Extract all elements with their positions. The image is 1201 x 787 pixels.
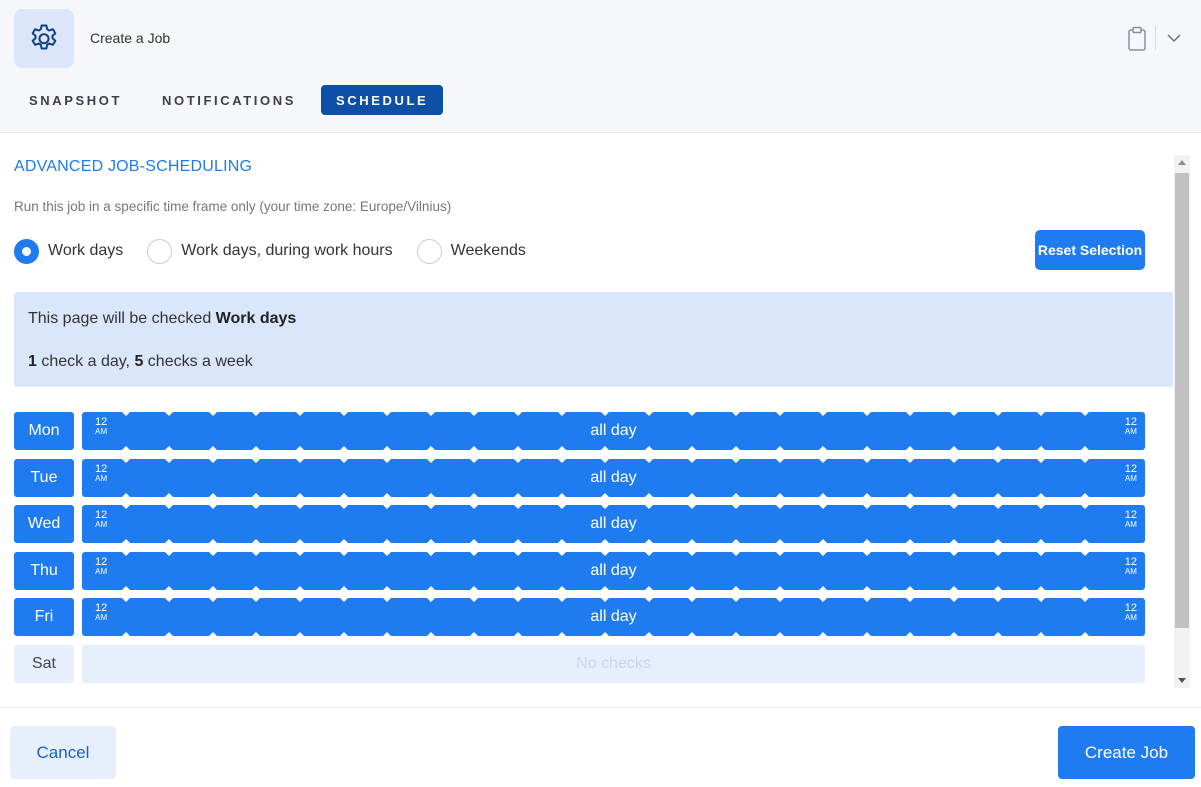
- tab-bar: SNAPSHOT NOTIFICATIONS SCHEDULE: [14, 85, 453, 115]
- create-job-button[interactable]: Create Job: [1058, 726, 1195, 779]
- section-subtitle: Run this job in a specific time frame on…: [14, 199, 452, 214]
- summary-counts: 1 check a day, 5 checks a week: [28, 353, 253, 371]
- scrollbar-thumb[interactable]: [1175, 173, 1189, 628]
- day-row-thu: Thu 12 AM 12 AM all day: [14, 551, 1173, 590]
- radio-button[interactable]: [416, 238, 442, 264]
- scroll-down-arrow-icon[interactable]: [1178, 678, 1186, 683]
- day-toggle-sat[interactable]: Sat: [14, 645, 74, 683]
- time-range-bar[interactable]: 12 AM 12 AM all day: [82, 551, 1145, 590]
- header: Create a Job SNAPSHOT NOTIFICATIONS SCHE…: [0, 0, 1201, 133]
- option-label: Weekends: [450, 242, 526, 259]
- time-range-bar[interactable]: 12 AM 12 AM all day: [82, 458, 1145, 497]
- range-label: all day: [590, 561, 637, 579]
- day-row-sat: Sat No checks: [14, 645, 1173, 683]
- day-toggle-mon[interactable]: Mon: [14, 412, 74, 450]
- day-toggle-wed[interactable]: Wed: [14, 505, 74, 544]
- option-work-days[interactable]: Work days: [14, 238, 124, 264]
- tab-schedule[interactable]: SCHEDULE: [320, 85, 444, 115]
- scrollbar[interactable]: [1174, 155, 1190, 688]
- tab-snapshot[interactable]: SNAPSHOT: [14, 85, 137, 115]
- radio-button[interactable]: [14, 238, 39, 264]
- range-label: all day: [590, 468, 637, 486]
- checks-per-day: 1: [28, 353, 37, 370]
- per-week-text: checks a week: [143, 353, 253, 370]
- day-row-fri: Fri 12 AM 12 AM all day: [14, 598, 1173, 637]
- range-label: all day: [590, 515, 637, 533]
- summary-prefix: This page will be checked: [28, 310, 216, 327]
- summary-line: This page will be checked Work days: [28, 310, 296, 328]
- schedule-panel: ADVANCED JOB-SCHEDULING Run this job in …: [0, 133, 1201, 706]
- day-toggle-tue[interactable]: Tue: [14, 458, 74, 497]
- time-range-bar[interactable]: 12 AM 12 AM all day: [82, 598, 1145, 637]
- day-row-tue: Tue 12 AM 12 AM all day: [14, 458, 1173, 497]
- radio-button[interactable]: [147, 238, 173, 264]
- schedule-options: Work days Work days, during work hours W…: [14, 237, 550, 265]
- option-work-hours[interactable]: Work days, during work hours: [147, 238, 393, 264]
- range-label: No checks: [576, 655, 651, 672]
- gear-icon: [14, 9, 74, 68]
- per-day-text: check a day,: [36, 353, 135, 370]
- chevron-down-icon[interactable]: [1166, 31, 1182, 45]
- checks-per-week: 5: [134, 353, 144, 370]
- day-row-wed: Wed 12 AM 12 AM all day: [14, 505, 1173, 544]
- range-label: all day: [590, 422, 637, 439]
- cancel-button[interactable]: Cancel: [10, 726, 116, 779]
- header-divider: [1155, 26, 1156, 50]
- time-range-bar[interactable]: 12 AM 12 AM all day: [82, 505, 1145, 544]
- page-title: Create a Job: [90, 30, 171, 46]
- day-toggle-fri[interactable]: Fri: [14, 598, 74, 637]
- footer: Cancel Create Job: [0, 707, 1201, 787]
- time-range-bar[interactable]: 12 AM 12 AM all day: [82, 412, 1145, 450]
- day-row-mon: Mon 12 AM 12 AM all day: [14, 412, 1173, 450]
- range-label: all day: [590, 608, 637, 626]
- reset-selection-button[interactable]: Reset Selection: [1035, 230, 1145, 270]
- option-label: Work days, during work hours: [181, 242, 393, 259]
- schedule-summary: This page will be checked Work days 1 ch…: [14, 292, 1173, 387]
- clipboard-icon[interactable]: [1126, 26, 1148, 52]
- section-title: ADVANCED JOB-SCHEDULING: [14, 158, 253, 175]
- option-weekends[interactable]: Weekends: [416, 238, 526, 264]
- tab-notifications[interactable]: NOTIFICATIONS: [147, 85, 311, 115]
- day-toggle-thu[interactable]: Thu: [14, 551, 74, 590]
- option-label: Work days: [48, 242, 124, 259]
- time-range-bar[interactable]: No checks: [82, 645, 1145, 683]
- scroll-up-arrow-icon[interactable]: [1178, 160, 1186, 165]
- summary-mode: Work days: [215, 310, 297, 327]
